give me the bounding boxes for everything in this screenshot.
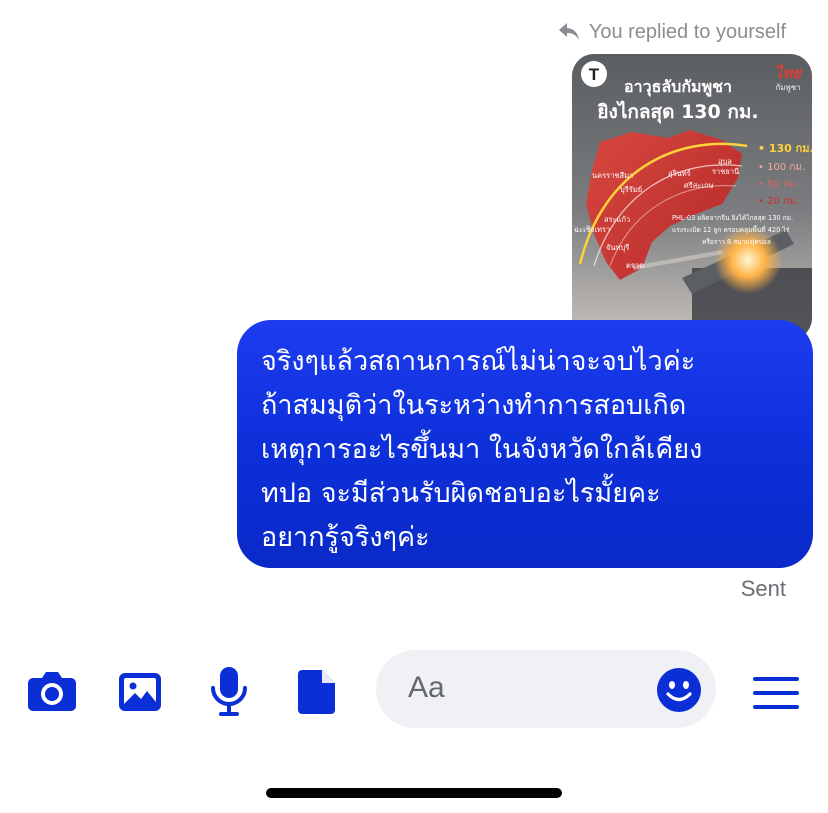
infographic-headline-2: ยิงไกลสุด 130 กม. [597, 100, 758, 124]
emoji-icon [657, 668, 701, 712]
microphone-button[interactable] [208, 666, 250, 718]
brand-badge-1: ไทย [775, 64, 802, 82]
message-line: ทปอ จะมีส่วนรับผิดชอบอะไรมั้ยคะ [261, 478, 661, 509]
map-label: อุบล [718, 157, 732, 166]
message-input-placeholder: Aa [408, 671, 445, 704]
map-label: ศรีสะเกษ [684, 181, 713, 190]
message-input[interactable]: Aa [376, 650, 716, 728]
message-line: อยากรู้จริงๆค่ะ [261, 522, 430, 553]
map-label: สุรินทร์ [668, 169, 691, 178]
home-indicator [266, 788, 562, 798]
message-bubble[interactable]: จริงๆแล้วสถานการณ์ไม่น่าจะจบไวค่ะ ถ้าสมม… [237, 320, 813, 568]
microphone-icon [211, 667, 247, 716]
file-icon [298, 670, 335, 714]
file-button[interactable] [298, 668, 336, 716]
map-label: ฉะเชิงเทรา [574, 225, 610, 234]
gallery-button[interactable] [116, 670, 164, 714]
reply-arrow-icon [558, 23, 579, 40]
map-label: ราชธานี [712, 167, 739, 176]
message-line: ถ้าสมมุติว่าในระหว่างทำการสอบเกิด [261, 390, 687, 421]
legend-130: • 130 กม. [758, 142, 812, 155]
map-label: สระแก้ว [604, 215, 630, 224]
reply-note: You replied to yourself [557, 16, 786, 48]
map-label: นครราชสีมา [592, 171, 633, 180]
camera-icon [28, 672, 76, 711]
map-label: จันทบุรี [606, 243, 629, 252]
brand-badge-2: กัมพูชา [775, 83, 800, 93]
info-line: หรือราว 8 สนามฟุตบอล [702, 238, 771, 246]
menu-button[interactable] [752, 674, 800, 712]
message-status: Sent [740, 576, 786, 601]
legend-50: • 50 กม. [758, 179, 799, 190]
legend-100: • 100 กม. [758, 162, 805, 173]
legend-20: • 20 กม. [758, 196, 799, 207]
replied-image[interactable]: T อาวุธลับกัมพูชา ยิงไกลสุด 130 กม. ไทย … [572, 54, 812, 340]
logo-letter: T [589, 65, 600, 84]
menu-icon [753, 677, 799, 709]
gallery-icon [119, 673, 161, 711]
map-label: ตราด [626, 261, 644, 270]
map-label: บุรีรัมย์ [620, 185, 642, 194]
message-line: เหตุการอะไรขึ้นมา ในจังหวัดใกล้เคียง [261, 434, 703, 465]
infographic-headline-1: อาวุธลับกัมพูชา [624, 77, 732, 98]
message-line: จริงๆแล้วสถานการณ์ไม่น่าจะจบไวค่ะ [261, 346, 696, 377]
infographic-image: T อาวุธลับกัมพูชา ยิงไกลสุด 130 กม. ไทย … [572, 54, 812, 340]
emoji-button[interactable] [656, 667, 702, 717]
info-line: แรงระเบิด 12 ลูก ครอบคลุมพื้นที่ 420 ไร่ [672, 225, 790, 234]
reply-note-text: You replied to yourself [588, 20, 786, 43]
camera-button[interactable] [26, 668, 78, 714]
info-line: PHL-03 ผลิตจากจีน ยิงได้ไกลสุด 130 กม. [672, 214, 793, 222]
